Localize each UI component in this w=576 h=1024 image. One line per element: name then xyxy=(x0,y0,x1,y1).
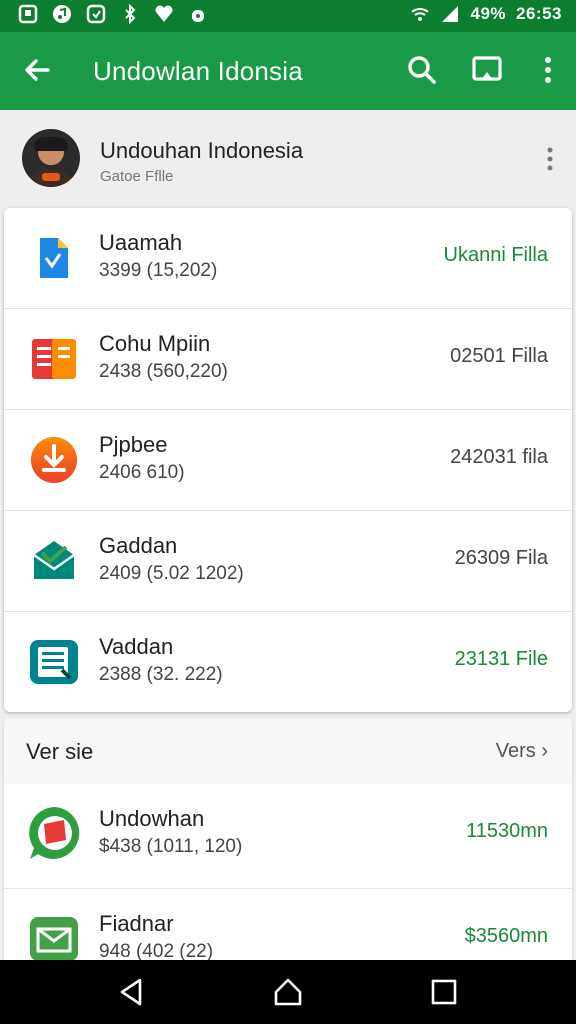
item-right-label: 23131 File xyxy=(454,648,548,670)
app-bar: Undowlan Idonsia xyxy=(0,32,576,110)
item-right-label: 11530mn xyxy=(466,820,548,842)
item-title: Uaamah xyxy=(99,230,183,255)
section-header: Ver sie Vers › xyxy=(4,718,572,784)
lock-icon xyxy=(192,10,204,22)
item-title: Cohu Mpiin xyxy=(99,331,211,356)
app-notification-icon xyxy=(86,4,106,24)
file-list-card: Uaamah 3399 (15,202) Ukanni Filla Cohu M… xyxy=(4,208,572,712)
chat-icon xyxy=(29,807,80,859)
music-notification-icon xyxy=(53,5,71,23)
item-right-label: Ukanni Filla xyxy=(443,244,548,266)
list-item[interactable]: Gaddan 2409 (5.02 1202) 26309 Fila xyxy=(4,511,572,612)
item-subtitle: 2388 (32. 222) xyxy=(99,664,223,685)
battery-percent: 49% xyxy=(470,4,507,23)
notification-square-icon xyxy=(18,4,38,24)
profile-name: Undouhan Indonesia xyxy=(100,138,304,163)
profile-header[interactable]: Undouhan Indonesia Gatoe Fflle xyxy=(0,110,576,208)
section-more-link[interactable]: Vers › xyxy=(496,740,548,763)
document-icon xyxy=(32,339,76,379)
download-icon xyxy=(31,437,77,483)
clock: 26:53 xyxy=(516,4,562,23)
item-subtitle: $438 (1011, 120) xyxy=(99,836,243,857)
list-item[interactable]: Undowhan $438 (1011, 120) 11530mn xyxy=(4,784,572,889)
item-subtitle: 2438 (560,220) xyxy=(99,361,228,382)
list-item[interactable]: Cohu Mpiin 2438 (560,220) 02501 Filla xyxy=(4,309,572,410)
item-right-label: $3560mn xyxy=(464,925,548,947)
item-subtitle: 2409 (5.02 1202) xyxy=(99,563,244,584)
back-arrow-icon[interactable] xyxy=(20,52,56,88)
app-title: Undowlan Idonsia xyxy=(93,56,303,86)
item-subtitle: 3399 (15,202) xyxy=(99,260,218,281)
list-item[interactable]: Pjpbee 2406 610) 242031 fila xyxy=(4,410,572,511)
overflow-menu-icon[interactable] xyxy=(530,52,566,88)
wifi-icon xyxy=(411,8,430,21)
sheet-icon xyxy=(30,640,78,684)
profile-more-icon[interactable] xyxy=(544,146,556,172)
section-more-label: Vers xyxy=(495,740,536,762)
system-nav-bar xyxy=(0,960,576,1024)
status-bar: 49% 26:53 xyxy=(0,0,576,32)
item-right-label: 242031 fila xyxy=(450,446,548,468)
item-title: Pjpbee xyxy=(99,432,168,457)
list-item[interactable]: Vaddan 2388 (32. 222) 23131 File xyxy=(4,612,572,712)
mail-green-icon xyxy=(30,917,78,961)
nav-back-icon[interactable] xyxy=(116,976,148,1008)
item-title: Fiadnar xyxy=(99,911,174,936)
bluetooth-icon xyxy=(125,4,136,24)
mail-icon xyxy=(33,541,75,579)
item-subtitle: 2406 610) xyxy=(99,462,185,483)
chevron-right-icon: › xyxy=(541,740,548,762)
nav-recents-icon[interactable] xyxy=(428,976,460,1008)
file-icon xyxy=(40,238,68,278)
item-title: Gaddan xyxy=(99,533,178,558)
profile-subtitle: Gatoe Fflle xyxy=(100,168,174,185)
item-right-label: 26309 Fila xyxy=(454,547,548,569)
signal-icon xyxy=(442,6,459,22)
list-item[interactable]: Uaamah 3399 (15,202) Ukanni Filla xyxy=(4,208,572,309)
location-heart-icon xyxy=(155,5,173,22)
cast-icon[interactable] xyxy=(469,52,505,88)
item-title: Vaddan xyxy=(99,634,174,659)
nav-home-icon[interactable] xyxy=(272,976,304,1008)
avatar xyxy=(22,129,80,187)
item-right-label: 02501 Filla xyxy=(450,345,548,367)
section-title: Ver sie xyxy=(26,739,94,764)
search-icon[interactable] xyxy=(404,52,440,88)
item-title: Undowhan xyxy=(99,806,205,831)
